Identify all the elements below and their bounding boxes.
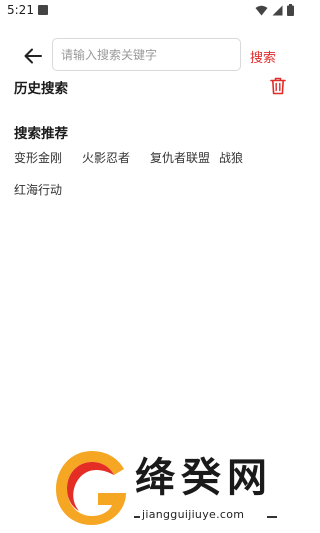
watermark-brand: 绛癸网	[135, 455, 273, 501]
watermark-divider	[267, 516, 277, 518]
notification-icon	[38, 5, 48, 15]
search-button[interactable]: 搜索	[250, 47, 276, 66]
recommend-tag[interactable]: 火影忍者	[82, 149, 130, 166]
recommend-tag[interactable]: 红海行动	[14, 181, 62, 198]
search-input[interactable]	[53, 39, 240, 70]
recommend-title: 搜索推荐	[14, 126, 68, 142]
recommend-tag[interactable]: 复仇者联盟	[150, 149, 210, 166]
history-title: 历史搜索	[14, 81, 68, 97]
status-icons	[255, 4, 294, 16]
battery-icon	[287, 4, 294, 16]
watermark-url: jiangguijiuye.com	[142, 508, 245, 521]
watermark: 绛癸网 jiangguijiuye.com	[52, 445, 288, 530]
trash-icon[interactable]	[270, 77, 286, 95]
recommend-tag[interactable]: 变形金刚	[14, 149, 62, 166]
back-arrow-icon[interactable]	[22, 45, 44, 67]
status-time: 5:21	[7, 3, 34, 17]
search-box	[52, 38, 241, 71]
search-header: 搜索	[0, 38, 300, 72]
watermark-divider	[134, 516, 140, 518]
signal-icon	[272, 5, 283, 15]
wifi-icon	[255, 5, 268, 15]
status-bar: 5:21	[0, 0, 300, 22]
watermark-logo-icon	[56, 451, 126, 525]
recommend-tag[interactable]: 战狼	[219, 149, 243, 166]
